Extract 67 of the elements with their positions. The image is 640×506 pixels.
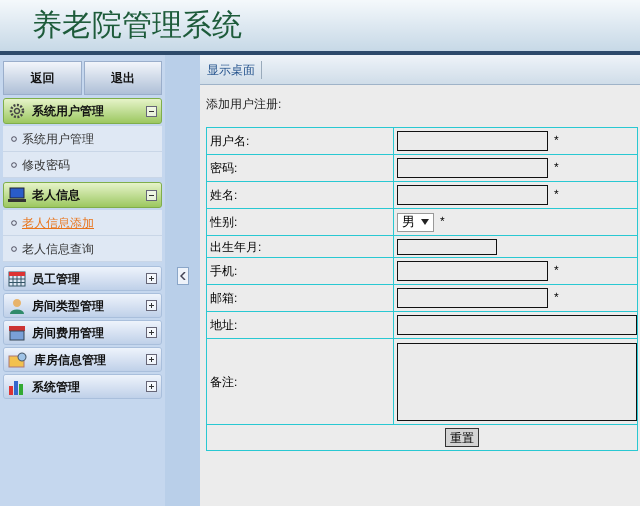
menu-group-header[interactable]: 房间费用管理 xyxy=(3,320,162,345)
expand-icon[interactable] xyxy=(146,300,157,311)
field-label: 地址: xyxy=(210,318,238,332)
sidebar-button[interactable]: 返回 xyxy=(3,61,82,95)
menu-link[interactable]: 老人信息查询 xyxy=(22,240,94,258)
input-field[interactable] xyxy=(397,315,637,335)
remarks-field[interactable] xyxy=(397,342,637,420)
app-title: 养老院管理系统 xyxy=(32,10,242,40)
input-field[interactable] xyxy=(397,261,548,281)
menu-group-header[interactable]: 库房信息管理 xyxy=(3,347,162,372)
bullet-icon xyxy=(11,162,17,168)
menu-link[interactable]: 系统用户管理 xyxy=(22,130,94,148)
expand-icon[interactable] xyxy=(146,381,157,392)
input-field[interactable] xyxy=(397,239,497,256)
menu-group-header[interactable]: 系统用户管理 xyxy=(3,98,162,124)
menu-group-title: 房间类型管理 xyxy=(32,298,105,314)
menu-group-title: 房间费用管理 xyxy=(32,324,105,342)
folder-icon xyxy=(8,352,28,368)
field-label: 备注: xyxy=(210,374,238,388)
menu-group-title: 员工管理 xyxy=(32,270,81,288)
menu-group-title: 系统管理 xyxy=(32,378,81,396)
expand-icon[interactable] xyxy=(146,327,157,338)
bar-chart-icon xyxy=(8,378,26,394)
input-field[interactable] xyxy=(397,158,548,178)
bullet-icon xyxy=(11,246,17,252)
person-icon xyxy=(8,296,26,314)
bullet-icon xyxy=(11,220,17,226)
field-label: 邮箱: xyxy=(210,291,238,305)
menu-group-header[interactable]: 房间类型管理 xyxy=(3,293,162,318)
expand-icon[interactable] xyxy=(146,354,157,365)
menu-group-title: 库房信息管理 xyxy=(34,352,107,368)
sidebar-button[interactable]: 退出 xyxy=(84,61,162,95)
field-label: 手机: xyxy=(210,264,238,278)
expand-icon[interactable] xyxy=(146,273,157,284)
required-mark: * xyxy=(554,290,559,304)
collapse-icon[interactable] xyxy=(146,106,157,116)
required-mark: * xyxy=(554,263,559,278)
required-mark: * xyxy=(440,214,445,228)
chevron-left-icon xyxy=(180,272,186,280)
menu-group-title: 系统用户管理 xyxy=(32,103,105,120)
field-label: 用户名: xyxy=(210,134,250,148)
reset-button[interactable]: 重置 xyxy=(445,428,479,447)
collapse-button[interactable] xyxy=(176,266,188,284)
field-label: 性别: xyxy=(210,215,238,229)
select-field[interactable]: 男 xyxy=(397,212,434,232)
menu-group-title: 老人信息 xyxy=(32,187,81,204)
menu-group-header[interactable]: 员工管理 xyxy=(3,266,162,291)
menu-group-header[interactable]: 老人信息 xyxy=(3,182,162,208)
menu-link[interactable]: 修改密码 xyxy=(22,156,70,174)
input-field[interactable] xyxy=(397,185,548,205)
field-label: 密码: xyxy=(210,161,238,175)
gear-icon xyxy=(8,102,26,120)
menu-group-header[interactable]: 系统管理 xyxy=(3,374,162,399)
field-label: 出生年月: xyxy=(210,240,262,254)
required-mark: * xyxy=(554,187,559,202)
tab[interactable]: 显示桌面 xyxy=(207,60,262,78)
required-mark: * xyxy=(554,160,559,174)
input-field[interactable] xyxy=(397,288,548,308)
collapse-icon[interactable] xyxy=(146,190,157,200)
field-label: 姓名: xyxy=(210,188,238,202)
input-field[interactable] xyxy=(397,131,548,151)
dropdown-arrow-icon xyxy=(421,219,429,226)
form-title: 添加用户注册: xyxy=(206,96,282,113)
monitor-icon xyxy=(8,187,26,203)
bullet-icon xyxy=(11,136,17,142)
required-mark: * xyxy=(554,133,559,148)
calendar-icon xyxy=(8,270,26,286)
